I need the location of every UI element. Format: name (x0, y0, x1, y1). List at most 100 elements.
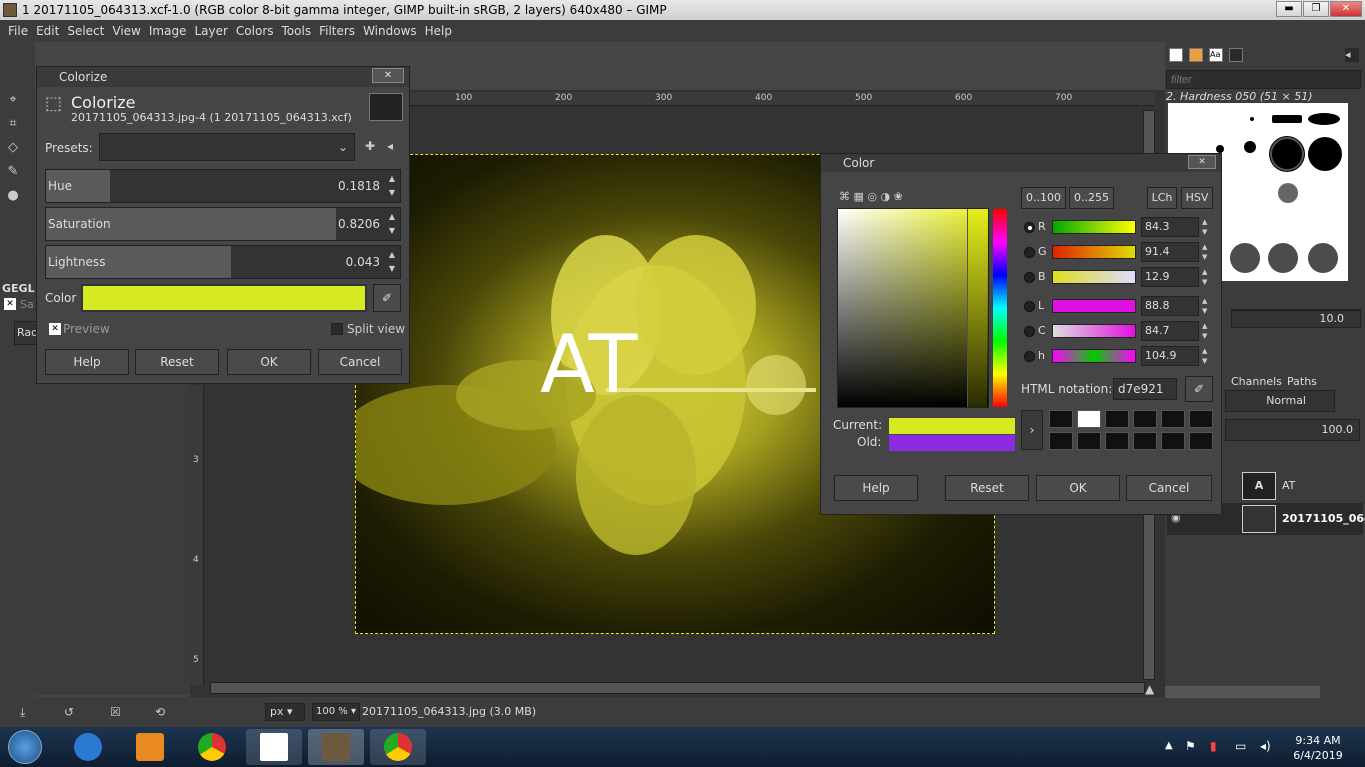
taskbar-clock[interactable]: 9:34 AM 6/4/2019 (1290, 733, 1346, 763)
help-button[interactable]: Help (45, 349, 129, 375)
menu-image[interactable]: Image (149, 24, 187, 38)
radio-c[interactable] (1024, 326, 1035, 337)
menu-windows[interactable]: Windows (363, 24, 417, 38)
lightness-slider[interactable]: Lightness 0.043 ▲ ▼ (45, 245, 401, 279)
c-slider[interactable] (1052, 324, 1136, 338)
range-0-100-button[interactable]: 0..100 (1021, 187, 1066, 209)
saturation-slider[interactable]: Saturation 0.8206 ▲ ▼ (45, 207, 401, 241)
history-swatch[interactable] (1077, 410, 1101, 428)
taskbar-ie[interactable] (60, 729, 116, 765)
tab-channels[interactable]: Channels (1231, 375, 1282, 388)
radio-r[interactable] (1024, 222, 1035, 233)
help-button[interactable]: Help (834, 475, 918, 501)
presets-select[interactable]: ⌄ (99, 133, 355, 161)
unit-select[interactable]: px ▾ (265, 703, 305, 721)
smudge-tool-icon[interactable]: ● (5, 188, 21, 204)
radio-g[interactable] (1024, 247, 1035, 258)
tab-paths[interactable]: Paths (1287, 375, 1317, 388)
c-value[interactable]: 84.7 (1141, 321, 1199, 341)
perspective-tool-icon[interactable]: ◇ (5, 140, 21, 156)
hsv-button[interactable]: HSV (1181, 187, 1213, 209)
split-view-checkbox[interactable] (331, 323, 343, 335)
spinner-icon[interactable]: ▲ ▼ (1202, 321, 1212, 341)
menu-filters[interactable]: Filters (319, 24, 355, 38)
horizontal-scrollbar[interactable] (210, 682, 1145, 694)
color-picker-icon[interactable]: ✐ (373, 284, 401, 312)
add-preset-icon[interactable]: ✚ (365, 139, 375, 153)
zoom-select[interactable]: 100 % ▾ (312, 703, 360, 721)
brush-filter-input[interactable] (1166, 70, 1361, 89)
history-swatch[interactable] (1077, 432, 1101, 450)
l-slider[interactable] (1052, 299, 1136, 313)
channel-h-row[interactable]: h 104.9 ▲ ▼ (1021, 346, 1213, 368)
restore-options-icon[interactable]: ↺ (64, 705, 74, 719)
channel-g-row[interactable]: G 91.4 ▲ ▼ (1021, 242, 1213, 264)
range-0-255-button[interactable]: 0..255 (1069, 187, 1114, 209)
taskbar-d-app[interactable] (246, 729, 302, 765)
r-slider[interactable] (1052, 220, 1136, 234)
channel-l-row[interactable]: L 88.8 ▲ ▼ (1021, 296, 1213, 318)
menu-view[interactable]: View (112, 24, 140, 38)
layer-mode-select[interactable]: Normal (1225, 390, 1335, 412)
history-swatch[interactable] (1049, 410, 1073, 428)
menu-help[interactable]: Help (425, 24, 452, 38)
menu-edit[interactable]: Edit (36, 24, 59, 38)
menu-file[interactable]: File (8, 24, 28, 38)
h-slider[interactable] (1052, 349, 1136, 363)
history-swatch[interactable] (1133, 410, 1157, 428)
color-model-tabs-icon[interactable]: ⌘ ▦ ◎ ◑ ❀ (839, 190, 903, 203)
ok-button[interactable]: OK (1036, 475, 1120, 501)
history-swatch[interactable] (1049, 432, 1073, 450)
close-icon[interactable]: ✕ (372, 68, 404, 83)
lightness-spinner[interactable]: ▲ ▼ (386, 248, 398, 276)
network-icon[interactable]: ▭ (1235, 739, 1246, 753)
crop-tool-icon[interactable]: ⌗ (5, 116, 21, 132)
navigate-icon[interactable]: ▲ (1145, 682, 1154, 696)
start-button[interactable] (8, 730, 42, 764)
spinner-icon[interactable]: ▲ ▼ (1202, 267, 1212, 287)
close-options-icon[interactable]: ✕ (4, 298, 16, 310)
warp-tool-icon[interactable]: ⌖ (5, 92, 21, 108)
b-value[interactable]: 12.9 (1141, 267, 1199, 287)
battery-icon[interactable]: ▮ (1210, 739, 1217, 753)
brushes-tab-icon[interactable] (1189, 48, 1203, 62)
menu-layer[interactable]: Layer (194, 24, 227, 38)
layer-opacity-field[interactable]: 100.0 (1225, 419, 1360, 441)
radio-l[interactable] (1024, 301, 1035, 312)
menu-colors[interactable]: Colors (236, 24, 274, 38)
cancel-button[interactable]: Cancel (1126, 475, 1212, 501)
volume-icon[interactable]: ◂) (1260, 739, 1271, 753)
lch-button[interactable]: LCh (1147, 187, 1177, 209)
radio-b[interactable] (1024, 272, 1035, 283)
tray-expand-icon[interactable]: ▲ (1165, 740, 1173, 751)
color-button[interactable] (81, 284, 367, 312)
minimize-button[interactable]: ▬ (1276, 1, 1302, 17)
history-swatch[interactable] (1189, 432, 1213, 450)
preview-checkbox[interactable]: ✕ (49, 323, 61, 335)
channel-c-row[interactable]: C 84.7 ▲ ▼ (1021, 321, 1213, 343)
fg-bg-tab-icon[interactable] (1169, 48, 1183, 62)
taskbar-media[interactable] (122, 729, 178, 765)
taskbar-chrome-2[interactable] (370, 729, 426, 765)
saturation-spinner[interactable]: ▲ ▼ (386, 210, 398, 238)
channel-b-row[interactable]: B 12.9 ▲ ▼ (1021, 267, 1213, 289)
g-value[interactable]: 91.4 (1141, 242, 1199, 262)
history-swatch[interactable] (1161, 410, 1185, 428)
spinner-icon[interactable]: ▲ ▼ (1202, 346, 1212, 366)
close-icon[interactable]: ✕ (1188, 155, 1216, 169)
history-swatch[interactable] (1105, 432, 1129, 450)
history-swatch[interactable] (1105, 410, 1129, 428)
old-color-swatch[interactable] (889, 435, 1015, 451)
h-value[interactable]: 104.9 (1141, 346, 1199, 366)
reset-options-icon[interactable]: ⟲ (155, 705, 165, 719)
menu-select[interactable]: Select (67, 24, 104, 38)
spinner-icon[interactable]: ▲ ▼ (1202, 217, 1212, 237)
hue-strip[interactable] (993, 209, 1007, 407)
value-strip[interactable] (967, 209, 987, 407)
r-value[interactable]: 84.3 (1141, 217, 1199, 237)
hue-spinner[interactable]: ▲ ▼ (386, 172, 398, 200)
close-window-button[interactable]: ✕ (1330, 1, 1362, 17)
delete-options-icon[interactable]: ☒ (110, 705, 121, 719)
l-value[interactable]: 88.8 (1141, 296, 1199, 316)
html-notation-input[interactable]: d7e921 (1113, 378, 1177, 400)
